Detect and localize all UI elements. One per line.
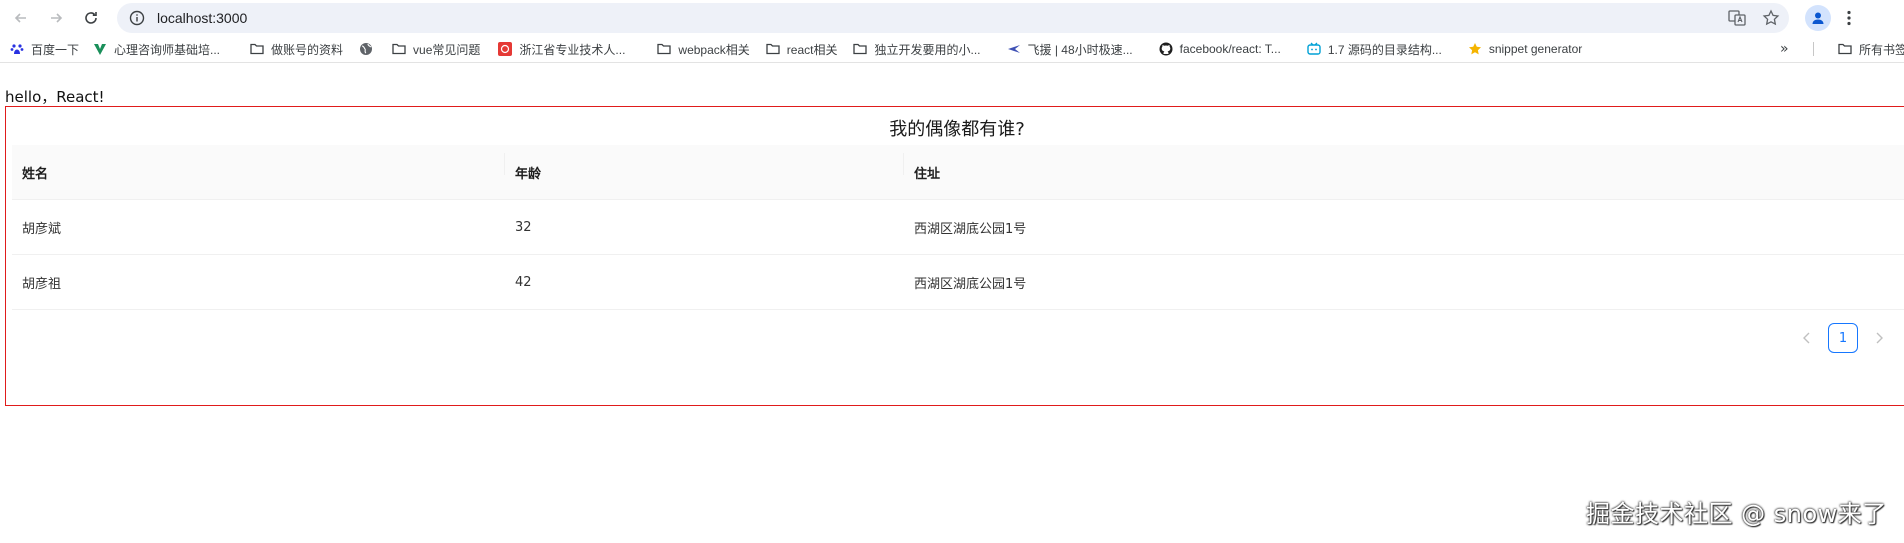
bookmark-folder-react[interactable]: react相关 xyxy=(760,37,844,61)
cell-name: 胡彦斌 xyxy=(22,221,62,237)
bookmark-folder-account[interactable]: 做账号的资料 xyxy=(244,37,349,61)
table-header: 姓名 年龄 住址 xyxy=(12,145,1904,200)
back-button[interactable] xyxy=(7,4,35,32)
cell-age: 32 xyxy=(515,219,532,235)
forward-button[interactable] xyxy=(42,4,70,32)
browser-toolbar: localhost:3000 xyxy=(0,0,1904,36)
watermark: 掘金技术社区 @ snow来了 xyxy=(1586,500,1887,528)
bookmarks-bar: 百度一下 心理咨询师基础培... 做账号的资料 vue常见问题 浙江省专业技术人… xyxy=(0,36,1904,63)
cell-address: 西湖区湖底公园1号 xyxy=(914,276,1027,292)
folder-icon xyxy=(766,42,780,56)
star-badge-icon xyxy=(1468,42,1482,56)
bookmark-label: react相关 xyxy=(786,42,838,57)
reload-button[interactable] xyxy=(77,4,105,32)
address-bar[interactable]: localhost:3000 xyxy=(117,3,1789,33)
cell-name: 胡彦祖 xyxy=(22,276,62,292)
bookmark-label: 做账号的资料 xyxy=(271,42,344,57)
folder-icon xyxy=(853,42,868,56)
plane-icon xyxy=(1007,42,1021,56)
v-logo-icon xyxy=(93,42,107,56)
column-header-address: 住址 xyxy=(914,166,941,182)
more-vertical-icon xyxy=(1847,10,1851,26)
bookmark-github-react[interactable]: facebook/react: T... xyxy=(1153,37,1287,61)
bookmark-source-structure[interactable]: 1.7 源码的目录结构... xyxy=(1301,37,1448,61)
arrow-left-icon xyxy=(14,13,26,23)
seal-icon xyxy=(498,42,513,56)
folder-icon xyxy=(657,42,672,56)
column-header-age: 年龄 xyxy=(505,152,904,182)
paw-icon xyxy=(10,42,24,56)
table-row: 胡彦斌 32 西湖区湖底公园1号 xyxy=(12,200,1904,255)
pagination: 1 xyxy=(1796,323,1890,353)
bilibili-icon xyxy=(1307,42,1321,56)
bookmark-globe[interactable] xyxy=(353,37,386,61)
bookmark-zhejiang[interactable]: 浙江省专业技术人... xyxy=(492,37,631,61)
bookmark-psychology[interactable]: 心理咨询师基础培... xyxy=(87,37,226,61)
bookmark-label: 飞援 | 48小时极速... xyxy=(1027,42,1133,57)
data-table: 姓名 年龄 住址 胡彦斌 32 西湖区湖底公园1号 胡彦祖 42 西湖区湖底公园… xyxy=(12,145,1904,310)
folder-icon xyxy=(392,42,406,56)
page-1-button[interactable]: 1 xyxy=(1828,323,1858,353)
bookmark-star-icon[interactable] xyxy=(1761,8,1781,28)
bookmark-folder-vue[interactable]: vue常见问题 xyxy=(386,37,486,61)
site-info-icon[interactable] xyxy=(129,10,145,26)
hello-text: hello，React! xyxy=(5,88,105,106)
globe-icon xyxy=(359,42,373,56)
bookmark-baidu[interactable]: 百度一下 xyxy=(4,37,85,61)
bookmark-label: 心理咨询师基础培... xyxy=(114,42,221,57)
arrow-right-icon xyxy=(51,13,63,23)
bookmark-label: 1.7 源码的目录结构... xyxy=(1327,42,1442,57)
bookmark-folder-indie[interactable]: 独立开发要用的小... xyxy=(847,37,986,61)
github-icon xyxy=(1159,42,1173,56)
bookmark-snippet-generator[interactable]: snippet generator xyxy=(1462,37,1588,61)
translate-icon[interactable] xyxy=(1727,8,1747,28)
person-icon xyxy=(1812,12,1824,24)
bookmark-label: 独立开发要用的小... xyxy=(874,42,981,57)
bookmark-feiyuan[interactable]: 飞援 | 48小时极速... xyxy=(1001,37,1139,61)
url-text[interactable]: localhost:3000 xyxy=(157,10,247,26)
bookmark-label: snippet generator xyxy=(1488,42,1583,56)
bookmark-label: 百度一下 xyxy=(31,42,80,57)
chevron-left-icon xyxy=(1803,332,1810,344)
reload-icon xyxy=(85,12,97,24)
all-bookmarks-folder[interactable]: 所有书签 xyxy=(1832,37,1904,61)
cell-address: 西湖区湖底公园1号 xyxy=(914,221,1027,237)
bookmarks-divider xyxy=(1813,42,1814,56)
table-title: 我的偶像都有谁? xyxy=(889,119,1025,140)
bookmark-label: 浙江省专业技术人... xyxy=(519,42,626,57)
folder-icon xyxy=(250,42,264,56)
folder-icon xyxy=(1838,42,1852,56)
table-container: 我的偶像都有谁? 姓名 年龄 住址 胡彦斌 32 西湖区湖底公园1号 胡彦祖 4… xyxy=(5,106,1904,406)
bookmark-folder-webpack[interactable]: webpack相关 xyxy=(651,37,755,61)
bookmark-label: vue常见问题 xyxy=(413,42,481,57)
cell-age: 42 xyxy=(515,274,532,290)
bookmark-label: 所有书签 xyxy=(1859,42,1904,57)
more-bookmarks-chevron[interactable]: » xyxy=(1780,37,1789,61)
bookmark-label: webpack相关 xyxy=(678,42,750,57)
profile-avatar[interactable] xyxy=(1805,5,1831,31)
prev-page-button[interactable] xyxy=(1796,323,1818,353)
bookmark-label: facebook/react: T... xyxy=(1179,42,1281,56)
chevron-right-icon xyxy=(1876,332,1883,344)
menu-button[interactable] xyxy=(1841,5,1857,31)
table-row: 胡彦祖 42 西湖区湖底公园1号 xyxy=(12,255,1904,310)
column-header-name: 姓名 xyxy=(12,152,505,182)
next-page-button[interactable] xyxy=(1868,323,1890,353)
